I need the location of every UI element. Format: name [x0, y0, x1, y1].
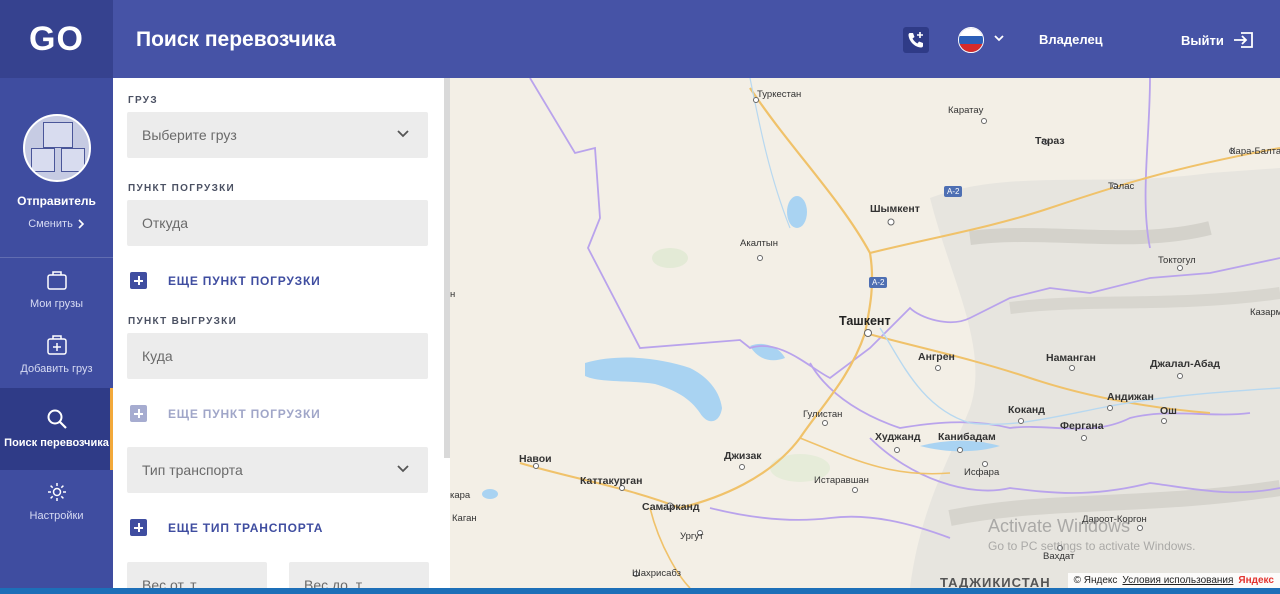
os-taskbar[interactable]: [0, 588, 1280, 594]
city-label: Навои: [519, 453, 552, 465]
city-label: Каган: [452, 513, 477, 524]
add-transport-type-label: ЕЩЕ ТИП ТРАНСПОРТА: [168, 520, 324, 535]
sidebar-item-label: Мои грузы: [29, 298, 84, 310]
sidebar-item-label: Добавить груз: [20, 363, 93, 375]
city-label: Ангрен: [918, 351, 955, 363]
top-header: Поиск перевозчика Владелец Выйти: [113, 0, 1280, 78]
loading-point-placeholder: Откуда: [142, 215, 189, 231]
city-label: Джалал-Абад: [1150, 358, 1221, 370]
add-unloading-point-label: ЕЩЕ ПУНКТ ПОГРУЗКИ: [168, 406, 321, 421]
unloading-point-label: ПУНКТ ВЫГРУЗКИ: [128, 316, 238, 327]
city-label: Тараз: [1035, 135, 1065, 147]
search-icon: [47, 409, 67, 429]
search-form: ГРУЗ Выберите груз ПУНКТ ПОГРУЗКИ Откуда…: [113, 78, 450, 594]
chevron-down-icon: [397, 465, 409, 473]
city-label: Шахрисабз: [632, 568, 681, 579]
plus-icon: [130, 519, 147, 536]
page-title: Поиск перевозчика: [136, 28, 336, 51]
chevron-down-icon: [397, 130, 409, 138]
activation-watermark: Activate Windows Go to PC settings to ac…: [988, 516, 1196, 553]
yandex-logo[interactable]: Яндекс: [1238, 575, 1274, 586]
profile-role: Отправитель: [17, 194, 96, 208]
plus-icon: [130, 405, 147, 422]
road-badge: A-2: [869, 277, 888, 288]
city-label: кара: [450, 490, 471, 501]
logout-icon: [1233, 32, 1253, 48]
city-label: Каратау: [948, 105, 984, 116]
loading-point-label: ПУНКТ ПОГРУЗКИ: [128, 183, 236, 194]
city-label: Шымкент: [870, 203, 920, 215]
terms-link[interactable]: Условия использования: [1122, 575, 1233, 586]
gear-icon: [47, 483, 66, 501]
city-label: н: [450, 289, 456, 300]
language-flag[interactable]: [958, 27, 984, 53]
sidebar-item-label: Настройки: [29, 510, 84, 522]
city-label: Фергана: [1060, 420, 1104, 432]
add-loading-point-label: ЕЩЕ ПУНКТ ПОГРУЗКИ: [168, 273, 321, 288]
copyright-text: © Яндекс: [1073, 575, 1118, 586]
sidebar-item-my-cargo[interactable]: Мои грузы: [0, 258, 113, 323]
sidebar: GO Отправитель Сменить Мои грузы Добавит…: [0, 0, 113, 594]
plus-icon: [130, 272, 147, 289]
city-label: Токтогул: [1158, 255, 1196, 266]
phone-add-icon: [908, 32, 923, 48]
city-label: Ташкент: [839, 314, 891, 328]
sidebar-item-label: Поиск перевозчика: [4, 436, 109, 449]
sidebar-item-search-carrier[interactable]: Поиск перевозчика: [0, 388, 113, 470]
city-label: Истаравшан: [814, 475, 869, 486]
map-attribution: © Яндекс Условия использования Яндекс: [1067, 573, 1280, 588]
city-label: Андижан: [1107, 391, 1154, 403]
sidebar-item-add-cargo[interactable]: Добавить груз: [0, 323, 113, 388]
cargo-placeholder: Выберите груз: [142, 127, 237, 143]
change-role-link[interactable]: Сменить: [28, 218, 85, 230]
transport-type-select[interactable]: Тип транспорта: [127, 447, 428, 493]
country-label: ТАДЖИКИСТАН: [940, 575, 1051, 588]
city-label: Каттакурган: [580, 475, 643, 487]
owner-link[interactable]: Владелец: [1039, 32, 1103, 47]
city-label: Гулистан: [803, 409, 843, 420]
logout-button[interactable]: Выйти: [1181, 30, 1255, 50]
map-terrain: [482, 78, 1280, 588]
add-transport-type-button[interactable]: ЕЩЕ ТИП ТРАНСПОРТА: [130, 519, 323, 536]
city-label: Талас: [1108, 181, 1135, 192]
city-label: Джизак: [724, 450, 762, 462]
city-label: Туркестан: [757, 89, 802, 100]
map-view[interactable]: A-2 A-2 Туркестан Каратау Тараз Кара-Бал…: [450, 78, 1280, 588]
app-logo[interactable]: GO: [0, 0, 113, 78]
logout-label: Выйти: [1181, 32, 1224, 48]
avatar: [22, 114, 91, 182]
road-badge: A-2: [944, 186, 963, 197]
add-package-icon: [46, 335, 67, 355]
bag-icon: [46, 271, 67, 290]
city-label: Самарканд: [642, 501, 700, 513]
city-label: Коканд: [1008, 404, 1045, 416]
city-label: Ургут: [680, 531, 704, 542]
city-label: Казарм: [1250, 307, 1280, 318]
city-label: Акалтын: [740, 238, 778, 249]
unloading-point-input[interactable]: Куда: [127, 333, 428, 379]
city-label: Худжанд: [875, 431, 921, 443]
sidebar-item-settings[interactable]: Настройки: [0, 470, 113, 535]
call-button[interactable]: [903, 27, 929, 53]
city-label: Ош: [1160, 405, 1177, 417]
cargo-label: ГРУЗ: [128, 95, 158, 106]
app-root: GO Отправитель Сменить Мои грузы Добавит…: [0, 0, 1280, 594]
transport-type-placeholder: Тип транспорта: [142, 462, 243, 478]
profile-block: Отправитель Сменить: [0, 78, 113, 258]
city-label: Канибадам: [938, 431, 996, 443]
add-unloading-point-button[interactable]: ЕЩЕ ПУНКТ ПОГРУЗКИ: [130, 405, 321, 422]
city-label: Кара-Балта: [1230, 146, 1280, 157]
chevron-down-icon[interactable]: [993, 32, 1005, 44]
add-loading-point-button[interactable]: ЕЩЕ ПУНКТ ПОГРУЗКИ: [130, 272, 321, 289]
chevron-right-icon: [78, 219, 84, 229]
city-label: Исфара: [964, 467, 1000, 478]
city-label: Наманган: [1046, 352, 1096, 364]
loading-point-input[interactable]: Откуда: [127, 200, 428, 246]
cargo-select[interactable]: Выберите груз: [127, 112, 428, 158]
unloading-point-placeholder: Куда: [142, 348, 173, 364]
change-role-label: Сменить: [28, 218, 73, 230]
